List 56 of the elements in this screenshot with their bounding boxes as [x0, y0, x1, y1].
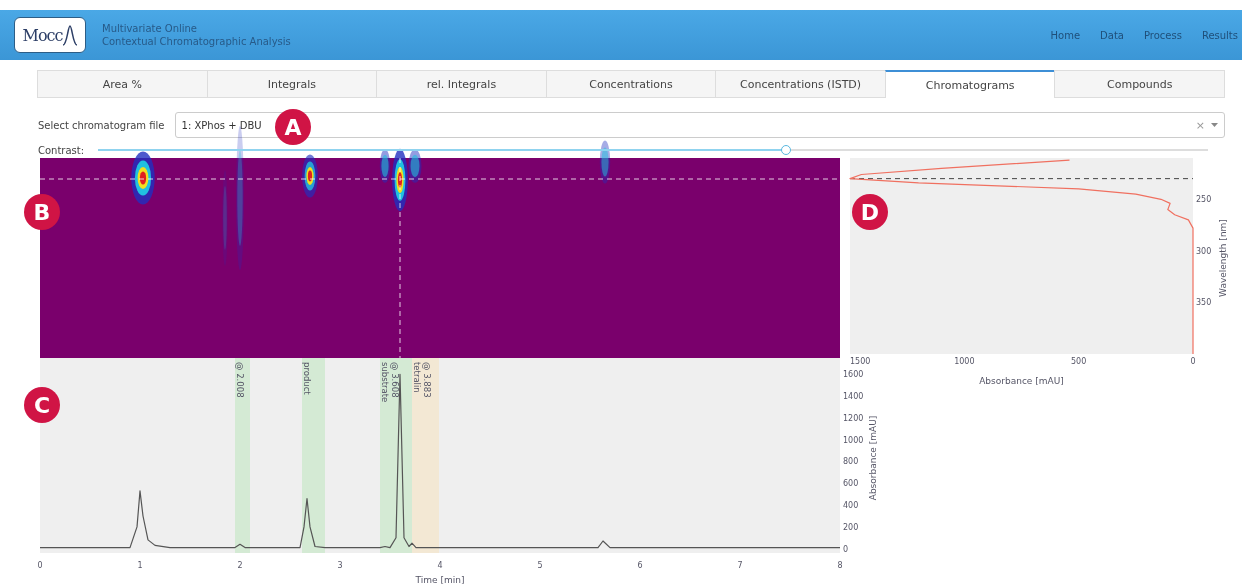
tab[interactable]: Area % — [37, 70, 208, 98]
axis-tick-label: 4 — [437, 561, 443, 570]
axis-tick-label: 6 — [637, 561, 643, 570]
slider-label: Contrast: — [38, 144, 85, 156]
axis-tick-label: 600 — [843, 479, 859, 489]
axis-tick-label: 400 — [843, 501, 859, 511]
tab[interactable]: rel. Integrals — [376, 70, 547, 98]
peak-icon — [63, 24, 78, 46]
heatmap-peak — [131, 151, 155, 205]
callout-badge: B — [24, 194, 60, 230]
axis-tick-label: 350 — [1196, 298, 1212, 308]
dropdown-value: 1: XPhos + DBU — [181, 119, 262, 131]
tab[interactable]: Integrals — [206, 70, 378, 98]
axis-tick-label: 1400 — [843, 392, 864, 402]
axis-tick-label: 250 — [1196, 195, 1212, 205]
axis-tick-label: 0 — [1190, 357, 1196, 366]
heatmap-peak — [599, 140, 611, 184]
axis-tick-label: 1000 — [843, 435, 864, 445]
logo: Mocc — [14, 17, 86, 53]
axis-tick-label: 2 — [237, 561, 243, 570]
axis-tick-label: 1600 — [843, 370, 864, 380]
callout-badge: A — [275, 109, 311, 145]
axis-tick-label: 0 — [843, 544, 849, 554]
axis-tick-label: 300 — [1196, 246, 1212, 256]
axis-title: Absorbance [mAU] — [979, 376, 1064, 386]
axis-tick-label: 1000 — [954, 357, 975, 366]
app-subtitle: Contextual Chromatographic Analysis — [102, 35, 291, 48]
axis-tick-label: 8 — [837, 561, 843, 570]
axis-tick-label: 200 — [843, 522, 859, 532]
peak-label: @ 3.608 — [389, 362, 400, 398]
axis-tick-label: 7 — [737, 561, 743, 570]
app-subtitle: Multivariate Online — [102, 22, 198, 35]
field-label: Select chromatogram file — [38, 119, 165, 131]
peak-label: product — [301, 362, 312, 395]
axis-tick-label: 500 — [1071, 357, 1087, 366]
tab[interactable]: Compounds — [1054, 70, 1226, 98]
caret-icon[interactable] — [1211, 123, 1218, 127]
peak-label: @ 2.008 — [234, 362, 245, 398]
axis-tick-label: 1500 — [850, 357, 871, 366]
tab[interactable]: Concentrations (ISTD) — [715, 70, 886, 98]
heatmap-peak — [302, 154, 318, 198]
axis-title: Wavelength [nm] — [1218, 219, 1228, 297]
peak-label: substrate — [379, 362, 390, 403]
callout-badge: C — [24, 387, 60, 423]
peak-label: @ 3.883 — [421, 362, 432, 398]
axis-tick-label: 3 — [337, 561, 343, 570]
axis-tick-label: 1 — [137, 561, 143, 570]
slider-thumb[interactable] — [781, 145, 792, 155]
axis-tick-label: 5 — [537, 561, 543, 570]
axis-tick-label: 800 — [843, 457, 859, 467]
axis-tick-label: 1200 — [843, 413, 864, 423]
axis-title: Absorbance [mAU] — [868, 415, 878, 501]
axis-tick-label: 0 — [37, 561, 43, 570]
peak-label: tetralin — [411, 362, 422, 393]
axis-title: Time [min] — [415, 575, 465, 585]
tab[interactable]: Concentrations — [545, 70, 717, 98]
